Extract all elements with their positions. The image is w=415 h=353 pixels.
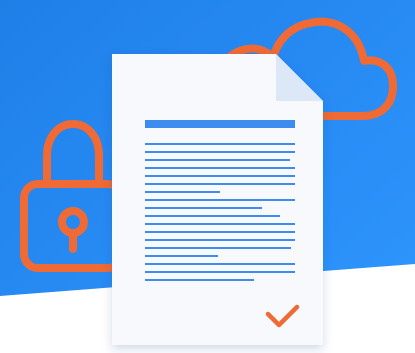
document-heading-bar: [145, 120, 295, 128]
illustration-svg: [0, 0, 415, 353]
illustration-scene: [0, 0, 415, 353]
